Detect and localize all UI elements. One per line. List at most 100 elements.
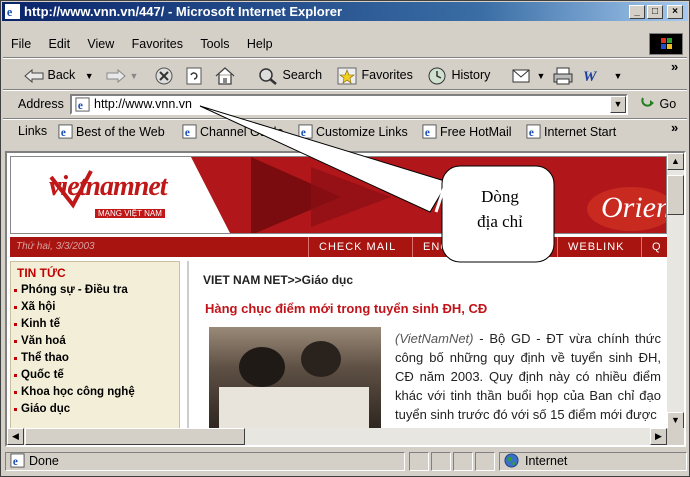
scroll-left-button[interactable]: ◀ bbox=[7, 428, 24, 445]
status-text: Done bbox=[29, 454, 59, 468]
nav-q8[interactable]: Q 8 bbox=[641, 237, 667, 273]
links-label: Links bbox=[18, 124, 48, 138]
nav-check-mail[interactable]: CHECK MAIL bbox=[308, 237, 406, 257]
home-button[interactable] bbox=[214, 63, 236, 87]
breadcrumb: VIET NAM NET>>Giáo dục bbox=[203, 273, 354, 287]
link-channel-guide[interactable]: e Channel Guide bbox=[182, 124, 284, 139]
go-button[interactable]: Go bbox=[640, 96, 676, 111]
standard-toolbar: Back ▼ ▼ Search Favorites History ▼ W ▼ bbox=[4, 59, 664, 89]
menu-favorites[interactable]: Favorites bbox=[125, 34, 190, 54]
sidebar-item-phong-su[interactable]: Phóng sự - Điều tra bbox=[11, 282, 179, 299]
ie-logo-icon: e bbox=[5, 4, 20, 19]
menu-file[interactable]: File bbox=[4, 34, 38, 54]
sidebar-item-van-hoa[interactable]: Văn hoá bbox=[11, 333, 179, 350]
link-label: Channel Guide bbox=[200, 125, 284, 139]
print-button[interactable] bbox=[552, 63, 574, 87]
scroll-right-button[interactable]: ▶ bbox=[650, 428, 667, 445]
svg-text:e: e bbox=[78, 100, 83, 112]
svg-text:e: e bbox=[425, 127, 430, 139]
sidebar-item-quoc-te[interactable]: Quốc tế bbox=[11, 367, 179, 384]
scroll-up-button[interactable]: ▲ bbox=[667, 153, 684, 170]
scroll-down-button[interactable]: ▼ bbox=[667, 412, 684, 429]
sidebar-item-kinh-te[interactable]: Kinh tế bbox=[11, 316, 179, 333]
vertical-scrollbar[interactable]: ▲ ▼ bbox=[667, 153, 684, 429]
menu-help[interactable]: Help bbox=[240, 34, 280, 54]
menu-edit[interactable]: Edit bbox=[42, 34, 78, 54]
sidebar-item-xa-hoi[interactable]: Xã hội bbox=[11, 299, 179, 316]
article-source: (VietNamNet) bbox=[395, 331, 474, 346]
link-internet-start[interactable]: e Internet Start bbox=[526, 124, 616, 139]
toolbar-overflow-chevron[interactable]: » bbox=[671, 59, 678, 74]
word-icon: W bbox=[583, 69, 598, 85]
sidebar-item-the-thao[interactable]: Thể thao bbox=[11, 350, 179, 367]
forward-button[interactable]: ▼ bbox=[106, 63, 138, 87]
status-pane-empty2 bbox=[431, 452, 451, 471]
horizontal-scrollbar[interactable]: ◀ ▶ bbox=[7, 428, 667, 445]
stop-button[interactable] bbox=[154, 63, 174, 87]
address-value: http://www.vnn.vn bbox=[94, 97, 192, 111]
mail-dropdown-icon: ▼ bbox=[536, 71, 546, 81]
site-logo[interactable]: vietnamnet bbox=[49, 171, 168, 203]
history-label: History bbox=[451, 68, 491, 82]
link-label: Customize Links bbox=[316, 125, 408, 139]
article-photo bbox=[209, 327, 381, 429]
maximize-button[interactable]: □ bbox=[647, 5, 663, 19]
svg-text:e: e bbox=[529, 127, 534, 139]
menu-tools[interactable]: Tools bbox=[193, 34, 236, 54]
favorites-star-icon bbox=[337, 67, 357, 85]
close-button[interactable]: × bbox=[667, 5, 683, 19]
edit-word-button[interactable]: W ▼ bbox=[582, 63, 622, 87]
link-free-hotmail[interactable]: e Free HotMail bbox=[422, 124, 512, 139]
hscroll-thumb[interactable] bbox=[25, 428, 245, 445]
search-button[interactable]: Search bbox=[257, 63, 322, 87]
windows-logo-icon bbox=[649, 33, 683, 55]
links-bar: Links e Best of the Web e Channel Guide eC… bbox=[4, 120, 686, 144]
site-banner: vietnamnet MẠNG VIỆT NAM Orien bbox=[10, 156, 667, 234]
title-bar[interactable]: e http://www.vnn.vn/447/ - Microsoft Int… bbox=[2, 2, 688, 21]
history-button[interactable]: History bbox=[426, 63, 490, 87]
go-arrow-icon bbox=[641, 97, 654, 107]
svg-text:e: e bbox=[7, 5, 13, 19]
site-nav: Thứ hai, 3/3/2003 CHECK MAIL ENG WEBLINK… bbox=[10, 237, 667, 273]
callout-line-2: địa chỉ bbox=[477, 212, 523, 231]
page-icon: e bbox=[75, 97, 90, 112]
mail-button[interactable]: ▼ bbox=[511, 63, 545, 87]
status-zone-pane: Internet bbox=[499, 452, 687, 471]
go-label: Go bbox=[659, 97, 677, 111]
links-overflow-chevron[interactable]: » bbox=[671, 120, 678, 135]
article-text: (VietNamNet) - Bộ GD - ĐT vừa chính thức… bbox=[395, 329, 661, 424]
refresh-icon bbox=[186, 67, 202, 85]
security-zone: Internet bbox=[525, 454, 568, 468]
nav-english[interactable]: ENG bbox=[412, 237, 462, 257]
home-icon bbox=[215, 66, 235, 85]
link-best-of-web[interactable]: e Best of the Web bbox=[58, 124, 165, 139]
forward-arrow-icon bbox=[106, 68, 126, 83]
nav-weblink[interactable]: WEBLINK bbox=[557, 237, 635, 257]
sidebar-item-giao-duc[interactable]: Giáo dục bbox=[11, 401, 179, 418]
sidebar-item-khoa-hoc[interactable]: Khoa học công nghệ bbox=[11, 384, 179, 401]
article-headline[interactable]: Hàng chục điểm mới trong tuyển sinh ĐH, … bbox=[205, 301, 487, 316]
status-pane-empty4 bbox=[475, 452, 495, 471]
favorites-button[interactable]: Favorites bbox=[336, 63, 413, 87]
address-dropdown-button[interactable]: ▼ bbox=[610, 96, 626, 113]
menu-bar: File Edit View Favorites Tools Help bbox=[4, 34, 634, 56]
sidebar-title: TIN TỨC bbox=[17, 266, 66, 280]
history-icon bbox=[428, 67, 446, 85]
globe-icon bbox=[504, 453, 519, 468]
forward-dropdown-icon: ▼ bbox=[129, 71, 139, 81]
scroll-thumb[interactable] bbox=[667, 175, 684, 215]
refresh-button[interactable] bbox=[184, 63, 204, 87]
menu-view[interactable]: View bbox=[80, 34, 121, 54]
minimize-button[interactable]: _ bbox=[629, 5, 645, 19]
back-button[interactable]: Back ▼ bbox=[24, 63, 94, 87]
page-viewport: vietnamnet MẠNG VIỆT NAM Orien Thứ hai, … bbox=[5, 151, 686, 447]
address-input[interactable]: e http://www.vnn.vn ▼ bbox=[70, 94, 628, 115]
search-icon bbox=[259, 67, 277, 85]
callout-line-1: Dòng bbox=[481, 187, 519, 206]
link-customize-links[interactable]: e Customize Links bbox=[298, 124, 408, 139]
link-page-icon: e bbox=[526, 124, 541, 139]
banner-ad-text[interactable]: Orien bbox=[601, 191, 666, 225]
link-label: Free HotMail bbox=[440, 125, 512, 139]
back-arrow-icon bbox=[24, 68, 44, 83]
back-dropdown-icon: ▼ bbox=[84, 71, 94, 81]
